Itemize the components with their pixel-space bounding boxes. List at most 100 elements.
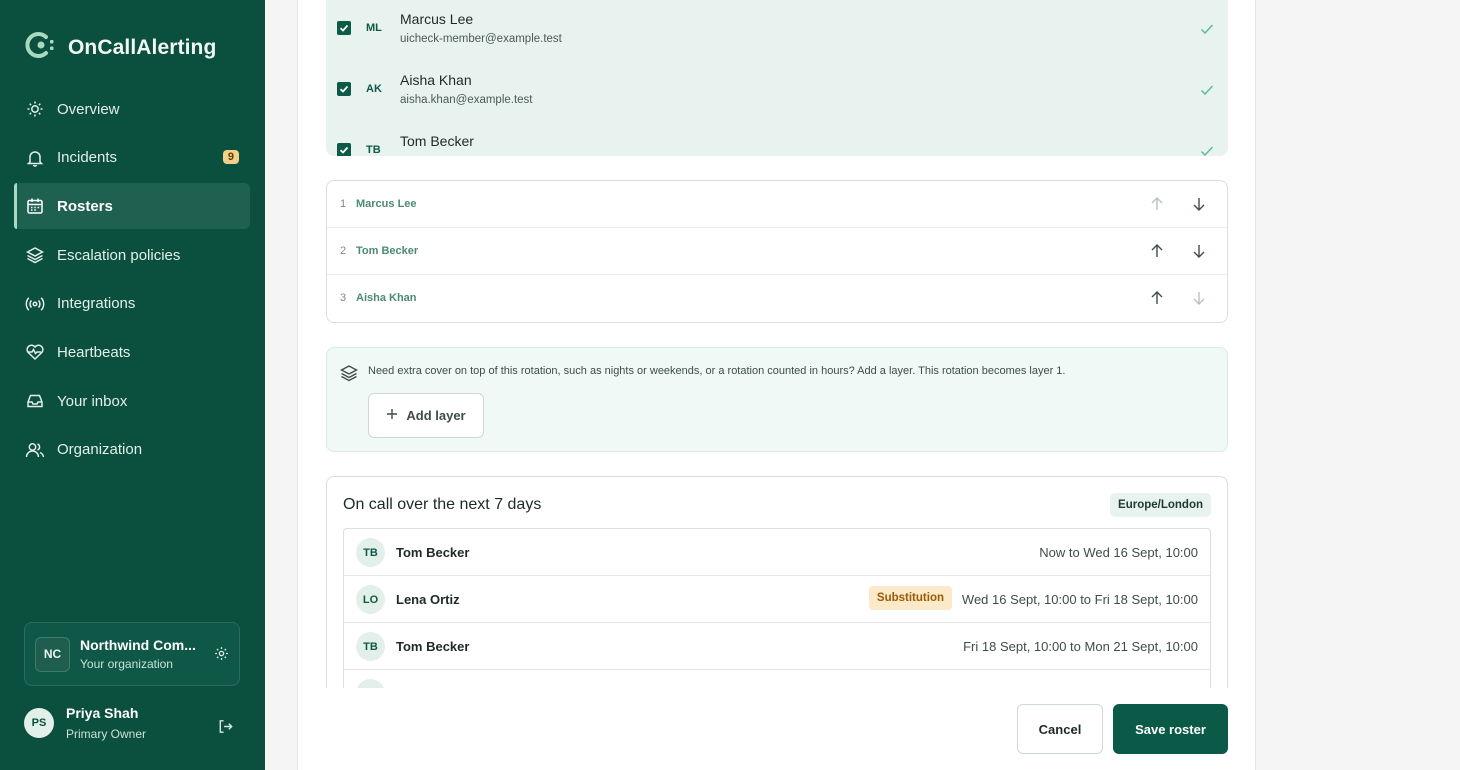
member-initials: AK: [366, 83, 382, 95]
sidebar-item-label: Your inbox: [57, 392, 128, 410]
org-subtitle: Your organization: [80, 657, 173, 671]
cancel-button[interactable]: Cancel: [1017, 704, 1103, 754]
sidebar-item-overview[interactable]: Overview: [14, 86, 250, 132]
sidebar-item-rosters[interactable]: Rosters: [14, 183, 250, 230]
avatar: TB: [356, 538, 385, 567]
incident-count-badge: 9: [222, 149, 239, 164]
arrow-up-icon[interactable]: [1150, 290, 1164, 311]
sidebar-item-your-inbox[interactable]: Your inbox: [14, 378, 250, 424]
member-row[interactable]: ML Marcus Lee uicheck-member@example.tes…: [326, 0, 1228, 61]
sidebar-item-label: Organization: [57, 441, 143, 459]
shift-row: LO Lena Ortiz Substitution Wed 16 Sept, …: [344, 576, 1210, 623]
avatar: PS: [24, 708, 54, 738]
org-avatar: NC: [35, 636, 70, 672]
member-checkbox[interactable]: [337, 21, 351, 35]
arrow-up-icon[interactable]: [1150, 196, 1164, 217]
shift-row: TB Tom Becker Fri 18 Sept, 10:00 to Mon …: [344, 623, 1210, 670]
member-name: Tom Becker: [400, 133, 474, 149]
shift-row: [344, 670, 1210, 688]
sidebar-item-label: Integrations: [57, 295, 136, 313]
layers-icon: [25, 245, 45, 265]
add-layer-callout: Need extra cover on top of this rotation…: [326, 347, 1228, 452]
brand-name: OnCallAlerting: [68, 35, 217, 59]
users-icon: [25, 440, 45, 460]
oncall-preview: On call over the next 7 days Europe/Lond…: [326, 476, 1228, 688]
sidebar: OnCallAlerting Overview Incidents 9 Rost…: [0, 0, 265, 770]
inbox-icon: [25, 391, 45, 411]
avatar: LO: [356, 585, 385, 614]
sidebar-item-heartbeats[interactable]: Heartbeats: [14, 329, 250, 375]
avatar: TB: [356, 632, 385, 661]
sidebar-item-label: Heartbeats: [57, 343, 131, 361]
shift-list: TB Tom Becker Now to Wed 16 Sept, 10:00 …: [343, 528, 1211, 688]
shift-time-range: Wed 16 Sept, 10:00 to Fri 18 Sept, 10:00: [961, 592, 1198, 607]
gear-icon[interactable]: [214, 646, 229, 666]
user-name: Priya Shah: [66, 705, 139, 721]
order-member-name: Marcus Lee: [356, 198, 417, 210]
rotation-order-row: 2 Tom Becker: [327, 228, 1227, 275]
sidebar-item-label: Overview: [57, 100, 120, 118]
arrow-down-icon[interactable]: [1192, 196, 1206, 217]
member-checkbox[interactable]: [337, 82, 351, 96]
sun-icon: [25, 99, 45, 119]
order-member-name: Tom Becker: [356, 245, 419, 257]
member-initials: TB: [366, 144, 381, 156]
sidebar-item-label: Incidents: [57, 149, 118, 167]
rotation-order-row: 1 Marcus Lee: [327, 181, 1227, 228]
shift-person-name: Lena Ortiz: [396, 592, 460, 607]
add-layer-button[interactable]: Add layer: [368, 393, 484, 438]
arrow-up-icon[interactable]: [1150, 243, 1164, 264]
sidebar-nav: Overview Incidents 9 Rosters Escalation …: [14, 86, 250, 476]
member-name: Marcus Lee: [400, 11, 474, 27]
save-roster-button[interactable]: Save roster: [1113, 704, 1228, 754]
heart-pulse-icon: [25, 342, 45, 362]
member-name: Aisha Khan: [400, 72, 472, 88]
oncall-title: On call over the next 7 days: [343, 496, 542, 513]
arrow-down-icon[interactable]: [1192, 243, 1206, 264]
member-select-list: ML Marcus Lee uicheck-member@example.tes…: [326, 0, 1228, 156]
brand[interactable]: OnCallAlerting: [24, 30, 216, 65]
avatar: [356, 679, 385, 688]
calendar-icon: [25, 196, 45, 216]
logo-icon: [24, 30, 58, 65]
organization-switcher[interactable]: NC Northwind Com... Your organization: [24, 622, 240, 686]
sidebar-item-incidents[interactable]: Incidents 9: [14, 135, 250, 181]
bell-icon: [25, 148, 45, 168]
check-icon: [1200, 22, 1214, 40]
arrow-down-icon[interactable]: [1192, 290, 1206, 311]
timezone-badge: Europe/London: [1110, 493, 1211, 517]
order-member-name: Aisha Khan: [356, 292, 417, 304]
shift-time-range: Now to Wed 16 Sept, 10:00: [1039, 545, 1198, 560]
check-icon: [1200, 83, 1214, 101]
add-layer-description: Need extra cover on top of this rotation…: [368, 365, 1066, 377]
sidebar-item-label: Rosters: [57, 197, 113, 215]
member-row[interactable]: AK Aisha Khan aisha.khan@example.test: [326, 61, 1228, 122]
member-checkbox[interactable]: [337, 143, 351, 156]
shift-row: TB Tom Becker Now to Wed 16 Sept, 10:00: [344, 529, 1210, 576]
org-name: Northwind Com...: [80, 637, 196, 653]
sidebar-item-organization[interactable]: Organization: [14, 427, 250, 473]
order-number: 2: [340, 245, 347, 257]
logout-icon[interactable]: [217, 718, 234, 740]
member-email: uicheck-member@example.test: [400, 33, 562, 45]
sidebar-item-escalation-policies[interactable]: Escalation policies: [14, 232, 250, 278]
user-profile: PS Priya Shah Primary Owner: [24, 705, 240, 741]
add-layer-label: Add layer: [406, 408, 466, 423]
order-number: 1: [340, 198, 347, 210]
shift-person-name: Tom Becker: [396, 545, 470, 560]
sidebar-item-label: Escalation policies: [57, 246, 181, 264]
check-icon: [1200, 144, 1214, 156]
rotation-order-row: 3 Aisha Khan: [327, 275, 1227, 322]
rotation-order-list: 1 Marcus Lee 2 Tom Becker 3 Aisha Khan: [326, 180, 1228, 323]
member-row[interactable]: TB Tom Becker: [326, 122, 1228, 156]
broadcast-icon: [25, 294, 45, 314]
member-email: aisha.khan@example.test: [400, 94, 533, 106]
substitution-badge: Substitution: [868, 586, 952, 610]
shift-time-range: Fri 18 Sept, 10:00 to Mon 21 Sept, 10:00: [963, 639, 1198, 654]
shift-person-name: Tom Becker: [396, 639, 470, 654]
sidebar-item-integrations[interactable]: Integrations: [14, 281, 250, 327]
order-number: 3: [340, 292, 347, 304]
plus-icon: [386, 408, 398, 423]
member-initials: ML: [366, 22, 382, 34]
layers-icon: [340, 364, 358, 387]
